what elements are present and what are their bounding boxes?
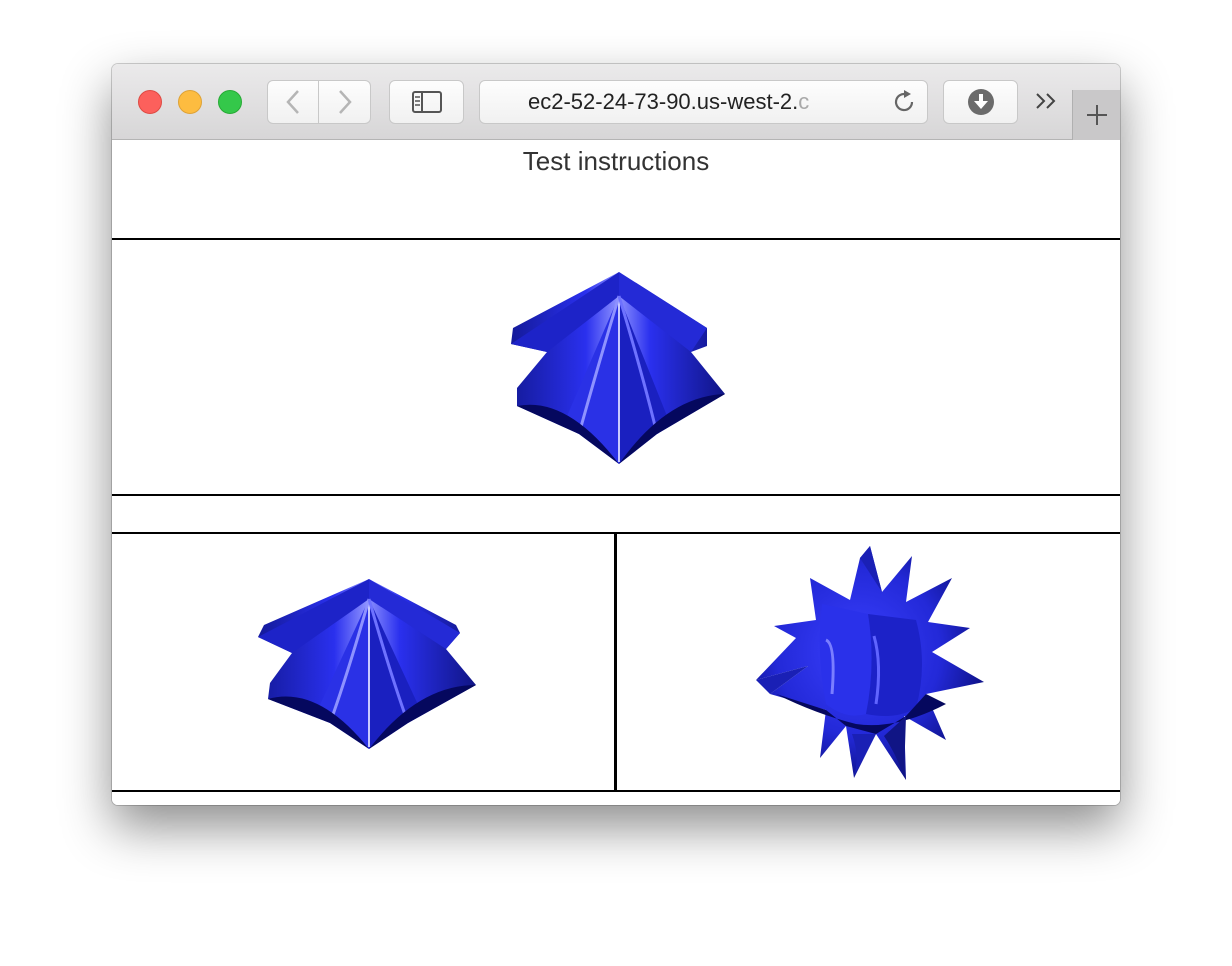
address-text: ec2-52-24-73-90.us-west-2.: [528, 89, 799, 114]
divider: [112, 238, 1120, 240]
download-icon: [967, 89, 994, 115]
reload-button[interactable]: [891, 89, 917, 121]
title-bar: ec2-52-24-73-90.us-west-2. c: [112, 64, 1120, 140]
plus-icon: [1086, 105, 1107, 125]
divider: [112, 790, 1120, 792]
page-title: Test instructions: [522, 146, 710, 176]
sidebar-toggle-button[interactable]: [389, 80, 464, 124]
downloads-button[interactable]: [943, 80, 1018, 124]
minimize-window-button[interactable]: [178, 90, 202, 114]
page-content: Test instructions: [112, 140, 1120, 805]
address-text-fade: c: [798, 89, 810, 114]
option-left-image[interactable]: [256, 573, 478, 753]
forward-button[interactable]: [319, 80, 371, 124]
browser-window: ec2-52-24-73-90.us-west-2. c Test instru…: [112, 64, 1120, 805]
sidebar-icon: [411, 91, 442, 113]
divider: [112, 494, 1120, 496]
option-divider: [614, 532, 617, 790]
reload-icon: [894, 90, 914, 112]
more-icon[interactable]: [1034, 90, 1060, 118]
forward-chevron-icon: [338, 90, 352, 114]
address-bar[interactable]: ec2-52-24-73-90.us-west-2. c: [479, 80, 928, 124]
new-tab-button[interactable]: [1072, 90, 1120, 140]
target-stimulus-image: [511, 272, 725, 464]
back-chevron-icon: [286, 90, 299, 114]
back-button[interactable]: [267, 80, 319, 124]
zoom-window-button[interactable]: [218, 90, 242, 114]
close-window-button[interactable]: [138, 90, 162, 114]
option-right-image[interactable]: [756, 544, 986, 784]
